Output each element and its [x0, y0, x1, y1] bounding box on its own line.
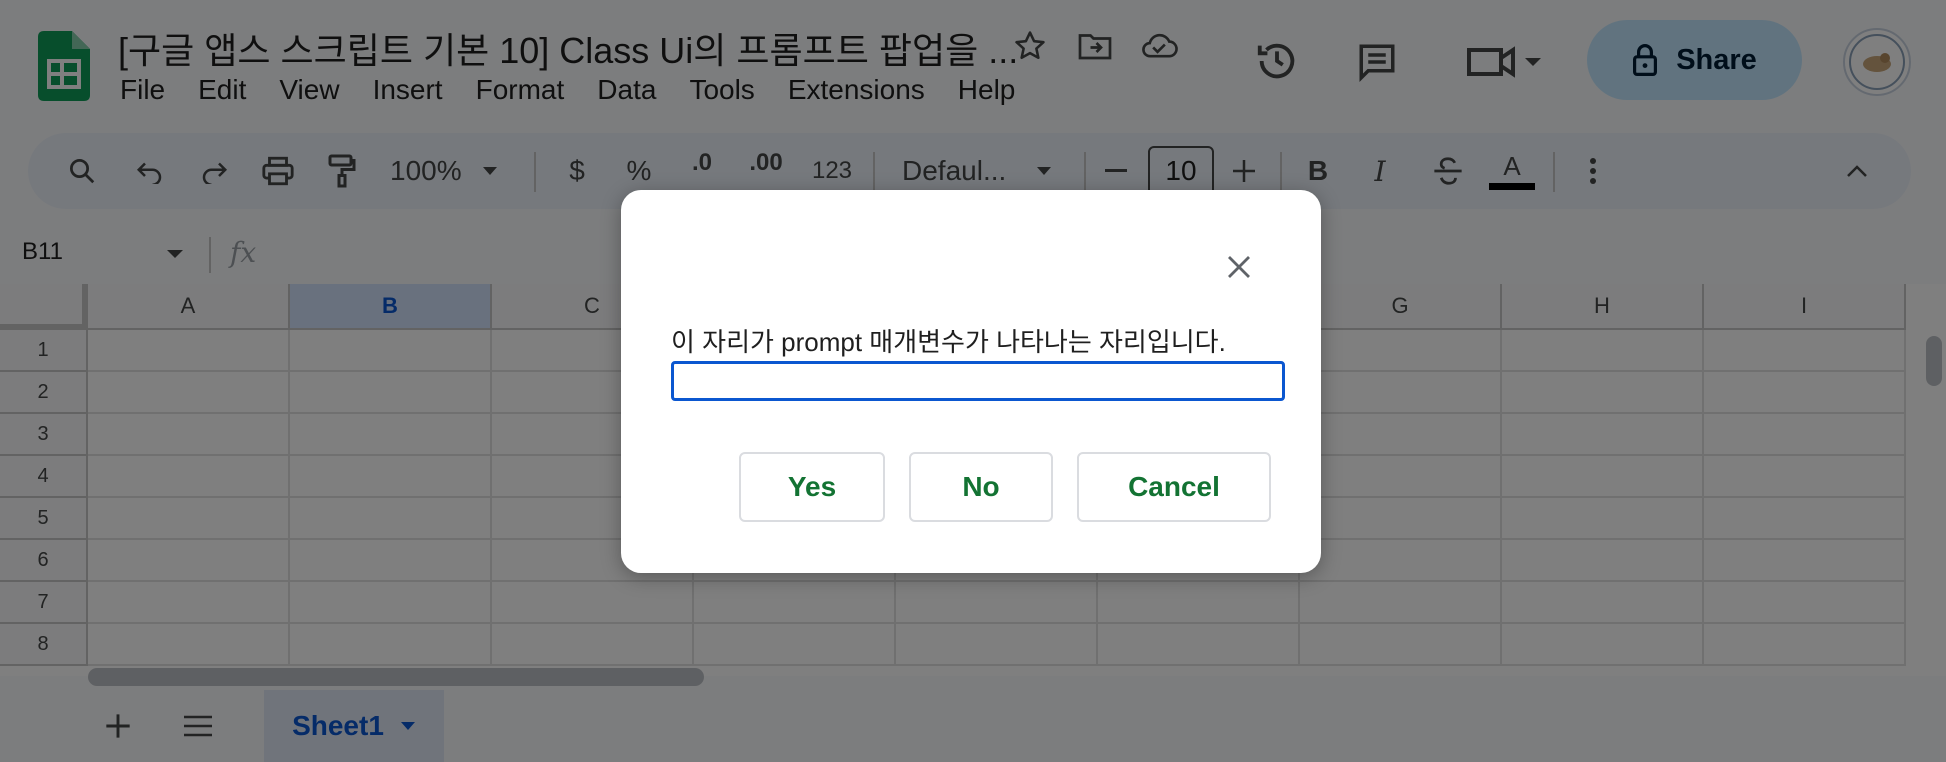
close-icon[interactable]: [1220, 248, 1258, 286]
prompt-message: 이 자리가 prompt 매개변수가 나타나는 자리입니다.: [671, 327, 1226, 357]
yes-button[interactable]: Yes: [739, 452, 885, 522]
prompt-input[interactable]: [671, 361, 1285, 401]
no-button[interactable]: No: [909, 452, 1053, 522]
cancel-button[interactable]: Cancel: [1077, 452, 1271, 522]
